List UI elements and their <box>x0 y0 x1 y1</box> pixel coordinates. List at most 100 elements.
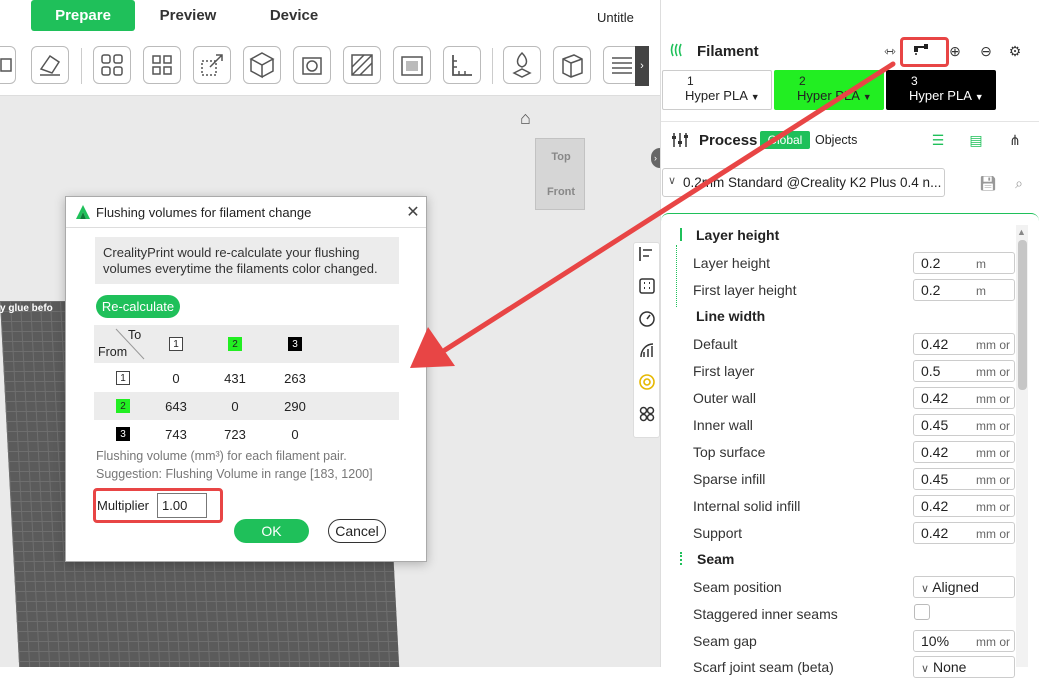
multiplier-input[interactable]: 1.00 <box>157 493 207 518</box>
flushing-volumes-dialog: Flushing volumes for filament change ✕ C… <box>65 196 427 562</box>
filament-chip-1: 1 <box>116 371 130 385</box>
filament-chip-3: 3 <box>288 337 302 351</box>
matrix-cell[interactable]: 643 <box>156 399 196 414</box>
setting-label: Support <box>693 525 743 541</box>
support-width-input[interactable]: 0.42 mm or <box>913 522 1015 544</box>
setting-label: First layer <box>693 363 755 379</box>
split-icon[interactable] <box>143 46 181 84</box>
chevron-down-icon: ∨ <box>668 175 677 187</box>
staggered-seams-checkbox[interactable] <box>914 604 930 620</box>
matrix-cell[interactable]: 723 <box>215 427 255 442</box>
section-line-width: Line width <box>696 308 766 324</box>
default-width-input[interactable]: 0.42 mm or <box>913 333 1015 355</box>
outer-wall-width-input[interactable]: 0.42 mm or <box>913 387 1015 409</box>
matrix-row: 1 0 431 263 <box>94 364 399 392</box>
arrange-icon[interactable] <box>0 46 16 84</box>
top-bar: Prepare Preview Device <box>0 0 660 34</box>
filament-slot-1[interactable]: 1 Hyper PLA ▼ <box>662 70 772 110</box>
color-painting-icon[interactable] <box>503 46 541 84</box>
matrix-cell[interactable]: 0 <box>215 399 255 414</box>
auto-orient-icon[interactable] <box>93 46 131 84</box>
process-preset-value: 0.2mm Standard @Creality K2 Plus 0.4 n..… <box>683 175 942 190</box>
filament-slot-2[interactable]: 2 Hyper PLA ▼ <box>774 70 884 110</box>
home-icon[interactable]: ⌂ <box>520 108 531 129</box>
section-layer-height: Layer height <box>696 227 780 243</box>
save-icon[interactable]: 💾︎ <box>977 172 999 194</box>
list-view-icon[interactable]: ☰ <box>927 129 949 151</box>
process-preset-select[interactable]: ∨ 0.2mm Standard @Creality K2 Plus 0.4 n… <box>662 168 945 197</box>
top-surface-width-input[interactable]: 0.42 mm or <box>913 441 1015 463</box>
align-icon[interactable] <box>634 243 659 275</box>
setting-label: Default <box>693 336 738 352</box>
scarf-joint-select[interactable]: ∨ None <box>913 656 1015 678</box>
setting-label: Scarf joint seam (beta) <box>693 659 834 675</box>
variable-layer-icon[interactable] <box>553 46 591 84</box>
matrix-header-row: To From 1 2 3 <box>94 325 399 363</box>
notes-icon[interactable]: ▤ <box>965 129 987 151</box>
eraser-icon[interactable] <box>31 46 69 84</box>
filament-title: Filament <box>697 43 759 60</box>
sliders-icon <box>671 132 689 148</box>
link-icon[interactable]: ⇿ <box>879 40 901 62</box>
matrix-cell[interactable]: 0 <box>156 371 196 386</box>
recalculate-button[interactable]: Re-calculate <box>96 295 180 318</box>
setting-label: First layer height <box>693 282 797 298</box>
filament-chip-3: 3 <box>116 427 130 441</box>
matrix-cell[interactable]: 0 <box>275 427 315 442</box>
filament-slot-number: 1 <box>687 74 694 88</box>
seam-gap-input[interactable]: 10% mm or <box>913 630 1015 652</box>
toolbar-expand-arrow-icon[interactable]: › <box>635 46 649 86</box>
sparse-infill-width-input[interactable]: 0.45 mm or <box>913 468 1015 490</box>
tab-prepare[interactable]: Prepare <box>31 0 135 31</box>
first-layer-width-input[interactable]: 0.5 mm or <box>913 360 1015 382</box>
view-cube-front[interactable]: Front <box>536 186 586 198</box>
chevron-down-icon: ▼ <box>974 92 984 102</box>
matrix-cell[interactable]: 263 <box>275 371 315 386</box>
tab-objects[interactable]: Objects <box>815 133 857 147</box>
view-cube[interactable]: Top Front <box>535 138 585 210</box>
matrix-cell[interactable]: 290 <box>275 399 315 414</box>
cut-icon[interactable] <box>293 46 331 84</box>
setting-label: Staggered inner seams <box>693 606 838 622</box>
flushing-target-icon[interactable] <box>634 371 659 403</box>
matrix-cell[interactable]: 431 <box>215 371 255 386</box>
note-line: Flushing volume (mm³) for each filament … <box>96 449 347 463</box>
filament-slot-number: 3 <box>911 74 918 88</box>
multiplier-label: Multiplier <box>97 498 150 513</box>
mesh-boolean-icon[interactable] <box>343 46 381 84</box>
gear-icon[interactable]: ⚙ <box>1004 40 1026 62</box>
tab-preview[interactable]: Preview <box>140 0 236 31</box>
search-icon[interactable]: ⌕ <box>1008 172 1030 194</box>
other-settings-icon[interactable] <box>634 403 659 435</box>
compare-icon[interactable]: ⋔ <box>1004 129 1026 151</box>
select-region-icon[interactable] <box>634 275 659 307</box>
support-painting-icon[interactable] <box>393 46 431 84</box>
tab-device[interactable]: Device <box>246 0 342 31</box>
tab-global[interactable]: Global <box>760 131 810 149</box>
internal-solid-infill-width-input[interactable]: 0.42 mm or <box>913 495 1015 517</box>
flushing-note: Flushing volume (mm³) for each filament … <box>96 447 373 483</box>
scrollbar-thumb[interactable] <box>1018 240 1027 390</box>
add-filament-icon[interactable]: ⊕ <box>944 40 966 62</box>
support-icon[interactable] <box>634 339 659 371</box>
process-title: Process <box>699 132 758 149</box>
first-layer-height-input[interactable]: 0.2 m <box>913 279 1015 301</box>
speedometer-icon[interactable] <box>634 307 659 339</box>
seam-position-select[interactable]: ∨ Aligned <box>913 576 1015 598</box>
setting-label: Seam position <box>693 579 782 595</box>
measure-icon[interactable] <box>443 46 481 84</box>
view-cube-top[interactable]: Top <box>536 151 586 163</box>
filament-chip-2: 2 <box>228 337 242 351</box>
scale-icon[interactable] <box>193 46 231 84</box>
close-icon[interactable]: ✕ <box>404 202 422 222</box>
ok-button[interactable]: OK <box>234 519 309 543</box>
matrix-cell[interactable]: 743 <box>156 427 196 442</box>
scroll-up-icon[interactable]: ▲ <box>1017 227 1026 237</box>
inner-wall-width-input[interactable]: 0.45 mm or <box>913 414 1015 436</box>
cancel-button[interactable]: Cancel <box>328 519 386 543</box>
collapse-panel-arrow-icon[interactable]: › <box>651 148 660 168</box>
filament-slot-3[interactable]: 3 Hyper PLA ▼ <box>886 70 996 110</box>
place-on-face-icon[interactable] <box>243 46 281 84</box>
remove-filament-icon[interactable]: ⊖ <box>975 40 997 62</box>
layer-height-input[interactable]: 0.2 m <box>913 252 1015 274</box>
